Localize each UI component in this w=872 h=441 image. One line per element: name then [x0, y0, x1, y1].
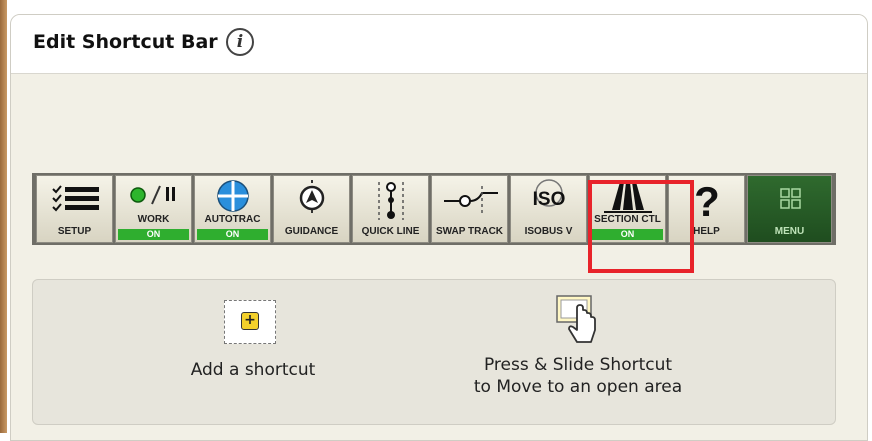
menu-grid-icon — [780, 188, 801, 209]
shortcut-isobus[interactable]: ISO ISOBUS V — [510, 175, 587, 243]
shortcut-swap-track[interactable]: SWAP TRACK — [431, 175, 508, 243]
shortcut-label: AUTOTRAC — [204, 214, 261, 225]
add-shortcut-slot[interactable]: + — [224, 300, 276, 344]
press-slide-hand-icon — [556, 295, 596, 343]
page-title: Edit Shortcut Bar — [33, 31, 218, 53]
move-line-1: Press & Slide Shortcut — [483, 355, 673, 375]
shortcut-label: ISOBUS V — [524, 226, 573, 237]
shortcut-quick-line[interactable]: QUICK LINE — [352, 175, 429, 243]
shortcut-label: SWAP TRACK — [435, 226, 504, 237]
window-left-edge — [0, 0, 7, 433]
shortcut-label: SETUP — [57, 226, 92, 237]
shortcut-work[interactable]: WORK ON — [115, 175, 192, 243]
shortcut-label: GUIDANCE — [284, 226, 339, 237]
shortcut-guidance[interactable]: GUIDANCE — [273, 175, 350, 243]
move-line-2: to Move to an open area — [473, 377, 683, 397]
shortcut-bar: SETUP WORK ON AUTOTRAC ON GUIDANCE QUICK… — [32, 173, 836, 245]
title-bar: Edit Shortcut Bar i — [11, 15, 867, 74]
status-badge: ON — [118, 229, 189, 240]
shortcut-label: WORK — [137, 214, 170, 225]
instructions-panel: + Add a shortcut Press & Slide Shortcut … — [32, 279, 836, 425]
shortcut-label: QUICK LINE — [361, 226, 420, 237]
shortcut-menu[interactable]: MENU — [747, 175, 832, 243]
quick-line-icon — [378, 182, 404, 220]
iso-text: ISO — [533, 189, 566, 210]
setup-list-icon — [52, 185, 99, 212]
move-instructions: Press & Slide Shortcut to Move to an ope… — [453, 354, 703, 398]
shortcut-autotrac[interactable]: AUTOTRAC ON — [194, 175, 271, 243]
shortcut-label: MENU — [774, 226, 805, 237]
swap-track-icon — [444, 186, 498, 216]
add-plus-icon: + — [241, 312, 259, 330]
highlight-frame — [588, 180, 694, 273]
info-icon[interactable]: i — [226, 28, 254, 56]
add-shortcut-label: Add a shortcut — [190, 360, 316, 380]
iso-icon: ISO — [533, 179, 566, 210]
guidance-icon — [299, 180, 325, 216]
help-glyph: ? — [694, 178, 720, 225]
status-badge: ON — [197, 229, 268, 240]
shortcut-setup[interactable]: SETUP — [36, 175, 113, 243]
